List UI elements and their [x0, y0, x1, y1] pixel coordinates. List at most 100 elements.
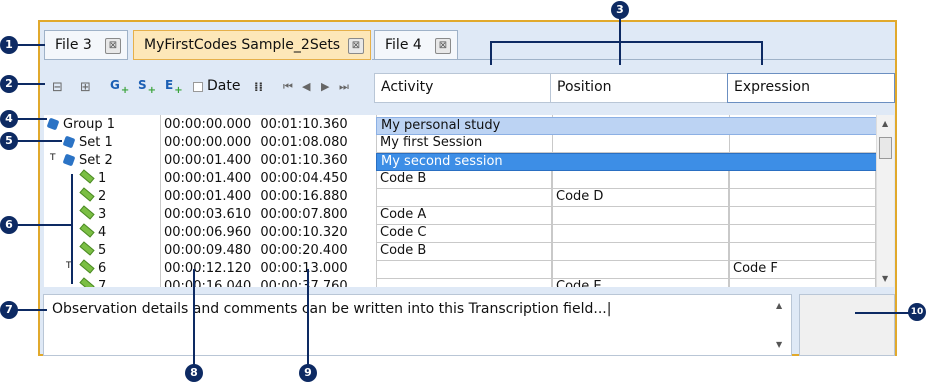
time-cell[interactable]: 00:00:03.610 00:00:07.800: [160, 207, 376, 222]
expression-cell[interactable]: [729, 207, 876, 225]
scroll-down-icon[interactable]: ▼: [776, 340, 782, 349]
tree-node[interactable]: T6: [66, 259, 106, 276]
callout-line: [17, 118, 47, 120]
expression-cell[interactable]: [729, 243, 876, 261]
tree-label: 7: [98, 279, 107, 287]
activity-cell[interactable]: Code A: [376, 207, 552, 225]
tree-node[interactable]: 3: [79, 205, 106, 222]
add-group-button[interactable]: G+: [110, 78, 129, 96]
table-row[interactable]: T 6 00:00:12.120 00:00:13.000 Code F: [44, 259, 876, 279]
close-icon[interactable]: ⊠: [348, 38, 364, 54]
position-cell[interactable]: [552, 243, 729, 261]
prev-icon[interactable]: ◀: [302, 80, 310, 93]
time-cell[interactable]: 00:00:01.400 00:00:16.880: [160, 189, 376, 204]
activity-cell[interactable]: [376, 261, 552, 279]
event-grid[interactable]: Group 1 00:00:00.000 00:01:10.360 My person…: [44, 115, 876, 287]
date-label: Date: [207, 78, 241, 94]
callout-badge: 8: [185, 364, 203, 382]
position-cell[interactable]: [552, 171, 729, 189]
tree-node[interactable]: T Set 2: [50, 153, 113, 168]
tree-node[interactable]: 2: [79, 187, 106, 204]
table-row[interactable]: Set 1 00:00:00.000 00:01:08.080 My first Se…: [44, 135, 876, 153]
grid-scrollbar[interactable]: ▲ ▼: [876, 115, 894, 287]
activity-cell[interactable]: My personal study: [376, 117, 876, 135]
date-checkbox[interactable]: [193, 82, 203, 92]
table-row[interactable]: T Set 2 00:00:01.400 00:01:10.360 My second …: [44, 153, 876, 171]
expression-cell[interactable]: [729, 225, 876, 243]
activity-cell[interactable]: [376, 279, 552, 287]
activity-cell[interactable]: Code C: [376, 225, 552, 243]
close-icon[interactable]: ⊠: [435, 38, 451, 54]
scroll-up-icon[interactable]: ▲: [882, 119, 888, 128]
activity-cell[interactable]: Code B: [376, 171, 552, 189]
tree-node[interactable]: 1: [79, 169, 106, 186]
activity-cell[interactable]: My first Session: [376, 135, 876, 153]
expand-all-icon[interactable]: ⊞: [80, 80, 91, 95]
plus-icon: +: [120, 85, 130, 96]
scroll-down-icon[interactable]: ▼: [882, 274, 888, 283]
column-header-activity[interactable]: Activity: [374, 73, 551, 103]
table-row[interactable]: 7 00:00:16.040 00:00:37.760 Code E: [44, 277, 876, 287]
tab-myfirstcodes[interactable]: MyFirstCodes Sample_2Sets ⊠: [133, 30, 371, 60]
transcription-scrollbar[interactable]: ▲ ▼: [773, 297, 789, 353]
position-cell[interactable]: Code D: [552, 189, 729, 207]
folder-icon: [62, 153, 76, 167]
position-cell[interactable]: [552, 207, 729, 225]
column-header-expression[interactable]: Expression: [727, 73, 895, 103]
expression-cell[interactable]: [729, 189, 876, 207]
time-cell[interactable]: 00:00:06.960 00:00:10.320: [160, 225, 376, 240]
scroll-up-icon[interactable]: ▲: [776, 301, 782, 310]
tree-node[interactable]: 5: [79, 241, 106, 258]
callout-badge: 3: [611, 1, 629, 19]
table-row[interactable]: 3 00:00:03.610 00:00:07.800 Code A: [44, 205, 876, 225]
table-row[interactable]: 5 00:00:09.480 00:00:20.400 Code B: [44, 241, 876, 261]
tab-file-4[interactable]: File 4 ⊠: [374, 30, 458, 60]
time-cell[interactable]: 00:00:00.000 00:01:08.080: [160, 135, 376, 150]
start-time: 00:00:01.400: [164, 171, 252, 186]
s-label: S: [138, 78, 147, 92]
table-row[interactable]: 1 00:00:01.400 00:00:04.450 Code B: [44, 169, 876, 189]
plus-icon: +: [147, 85, 157, 96]
callout-line: [761, 41, 763, 65]
last-icon[interactable]: ⏭: [339, 80, 349, 94]
activity-cell[interactable]: Code B: [376, 243, 552, 261]
position-cell[interactable]: [552, 225, 729, 243]
end-time: 00:00:07.800: [260, 207, 348, 222]
expression-cell[interactable]: [729, 279, 876, 287]
tree-node[interactable]: 4: [79, 223, 106, 240]
tab-file-3[interactable]: File 3 ⊠: [44, 30, 128, 60]
pencil-icon: [79, 205, 95, 220]
callout-line: [193, 269, 195, 366]
time-cell[interactable]: 00:00:01.400 00:01:10.360: [160, 153, 376, 168]
tree-node[interactable]: Group 1: [46, 117, 115, 132]
time-cell[interactable]: 00:00:01.400 00:00:04.450: [160, 171, 376, 186]
column-header-position[interactable]: Position: [550, 73, 728, 103]
transcription-field[interactable]: Observation details and comments can be …: [43, 294, 792, 356]
position-cell[interactable]: [552, 261, 729, 279]
time-cell[interactable]: 00:00:00.000 00:01:10.360: [160, 117, 376, 132]
next-icon[interactable]: ▶: [321, 80, 329, 93]
activity-cell[interactable]: My second session: [376, 153, 876, 171]
scroll-thumb[interactable]: [879, 137, 892, 159]
close-icon[interactable]: ⊠: [105, 38, 121, 54]
end-time: 00:00:04.450: [260, 171, 348, 186]
table-row[interactable]: Group 1 00:00:00.000 00:01:10.360 My person…: [44, 117, 876, 135]
first-icon[interactable]: ⏮: [283, 80, 293, 94]
expression-cell[interactable]: [729, 171, 876, 189]
start-time: 00:00:01.400: [164, 153, 252, 168]
add-set-button[interactable]: S+: [138, 78, 156, 96]
collapse-all-icon[interactable]: ⊟: [52, 80, 63, 95]
add-event-button[interactable]: E+: [165, 78, 183, 96]
tree-node[interactable]: Set 1: [62, 135, 113, 150]
split-icon[interactable]: ⁞⁞: [254, 80, 263, 94]
activity-cell[interactable]: [376, 189, 552, 207]
transcription-text[interactable]: Observation details and comments can be …: [52, 301, 611, 317]
position-cell[interactable]: Code E: [552, 279, 729, 287]
end-time: 00:00:13.000: [260, 261, 348, 276]
pencil-icon: [79, 169, 95, 184]
time-cell[interactable]: 00:00:09.480 00:00:20.400: [160, 243, 376, 258]
tree-node[interactable]: 7: [79, 277, 107, 287]
table-row[interactable]: 4 00:00:06.960 00:00:10.320 Code C: [44, 223, 876, 243]
table-row[interactable]: 2 00:00:01.400 00:00:16.880 Code D: [44, 187, 876, 207]
expression-cell[interactable]: Code F: [729, 261, 876, 279]
